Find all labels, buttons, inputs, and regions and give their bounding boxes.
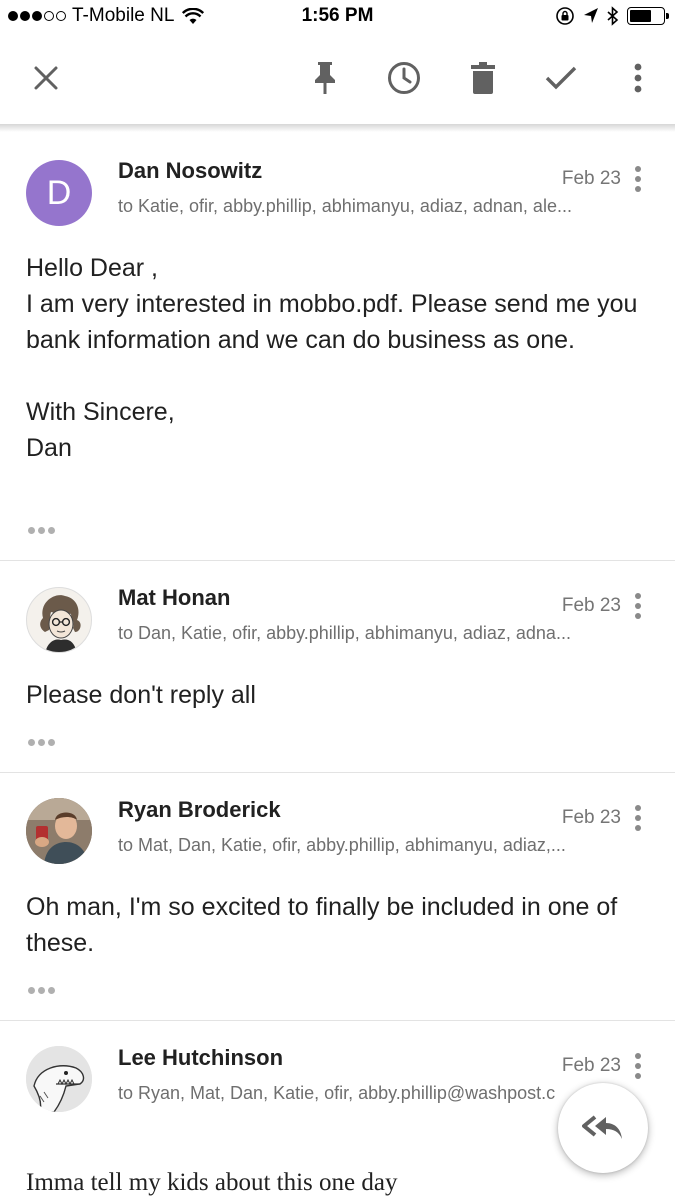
sender-name: Ryan Broderick [118, 797, 281, 822]
more-options-button[interactable] [616, 56, 660, 100]
mark-done-button[interactable] [539, 56, 583, 100]
message-body: Please don't reply all [26, 681, 256, 709]
bluetooth-icon [607, 6, 619, 26]
action-toolbar [0, 36, 675, 124]
more-vert-icon [634, 63, 642, 93]
snooze-button[interactable] [382, 56, 426, 100]
message-date: Feb 23 [561, 595, 621, 616]
orientation-lock-icon [556, 7, 574, 25]
reply-all-fab[interactable] [558, 1083, 648, 1173]
delete-button[interactable] [461, 56, 505, 100]
message-date: Feb 23 [561, 807, 621, 828]
avatar[interactable] [26, 587, 92, 653]
show-trimmed-content-button[interactable] [28, 987, 55, 994]
status-right [555, 6, 669, 26]
done-check-icon [545, 66, 577, 90]
trash-icon [471, 62, 495, 94]
avatar-sketch-portrait [40, 595, 81, 652]
message-more-button[interactable] [627, 801, 649, 835]
avatar[interactable] [26, 1046, 92, 1112]
close-button[interactable] [24, 56, 68, 100]
avatar-photo [26, 798, 92, 864]
recipients-line[interactable]: to Dan, Katie, ofir, abby.phillip, abhim… [118, 623, 600, 644]
more-vert-icon [635, 805, 641, 811]
reply-all-icon [582, 1115, 622, 1139]
close-icon [34, 66, 58, 90]
message-card[interactable]: Mat Honan to Dan, Katie, ofir, abby.phil… [0, 561, 675, 773]
recipients-line[interactable]: to Katie, ofir, abby.phillip, abhimanyu,… [118, 196, 600, 217]
show-trimmed-content-button[interactable] [28, 739, 55, 746]
battery-icon [627, 7, 669, 25]
sender-name: Dan Nosowitz [118, 158, 263, 183]
toolbar-divider [0, 124, 675, 132]
message-date: Feb 23 [561, 1055, 621, 1076]
avatar[interactable] [26, 798, 92, 864]
message-more-button[interactable] [627, 589, 649, 623]
message-card[interactable]: Ryan Broderick to Mat, Dan, Katie, ofir,… [0, 773, 675, 1021]
snooze-clock-icon [388, 62, 420, 94]
battery-level [630, 10, 651, 22]
message-card[interactable]: D Dan Nosowitz to Katie, ofir, abby.phil… [0, 132, 675, 561]
location-arrow-icon [584, 8, 598, 23]
avatar-raptor-sketch [26, 1046, 92, 1112]
status-bar: T-Mobile NL 1:56 PM [0, 0, 675, 36]
message-body: Hello Dear , I am very interested in mob… [26, 254, 638, 462]
avatar[interactable]: D [26, 160, 92, 226]
sender-name: Mat Honan [118, 585, 231, 610]
message-body: Oh man, I'm so excited to finally be inc… [26, 893, 618, 957]
sender-name: Lee Hutchinson [118, 1045, 284, 1070]
avatar-letter: D [46, 173, 72, 212]
recipients-line[interactable]: to Ryan, Mat, Dan, Katie, ofir, abby.phi… [118, 1083, 578, 1104]
more-vert-icon [635, 1053, 641, 1059]
message-more-button[interactable] [627, 162, 649, 196]
pin-icon [315, 62, 335, 94]
message-more-button[interactable] [627, 1049, 649, 1083]
show-trimmed-content-button[interactable] [28, 527, 55, 534]
recipients-line[interactable]: to Mat, Dan, Katie, ofir, abby.phillip, … [118, 835, 600, 856]
message-body: Imma tell my kids about this one day [26, 1169, 398, 1196]
more-vert-icon [635, 166, 641, 172]
more-vert-icon [635, 593, 641, 599]
message-date: Feb 23 [561, 168, 621, 189]
pin-button[interactable] [303, 56, 347, 100]
